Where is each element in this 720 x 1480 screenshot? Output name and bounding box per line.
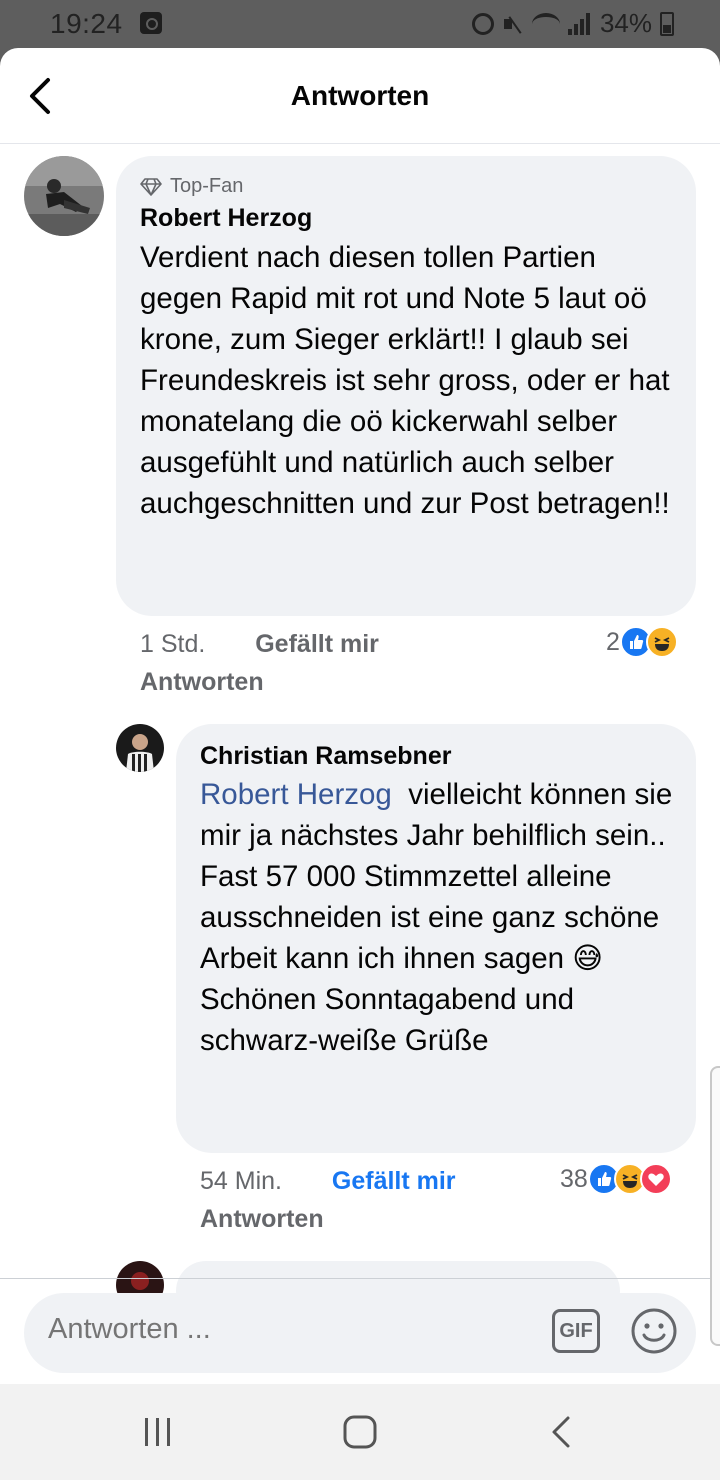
comment-author[interactable]: Christian Ramsebner: [200, 742, 451, 771]
reaction-count: 38: [560, 1164, 588, 1193]
home-icon: [343, 1415, 377, 1449]
like-button[interactable]: Gefällt mir: [332, 1167, 456, 1195]
smiley-icon: [631, 1308, 677, 1354]
page-title: Antworten: [290, 80, 430, 111]
emoji-button[interactable]: [630, 1307, 678, 1355]
comment-meta: 1 Std. Gefällt mir: [140, 630, 379, 659]
like-button[interactable]: Gefällt mir: [255, 630, 379, 658]
top-fan-badge: Top-Fan: [140, 175, 243, 198]
wifi-icon: [531, 12, 560, 35]
reply-composer: GIF: [24, 1293, 696, 1373]
gif-button[interactable]: GIF: [552, 1309, 600, 1353]
mute-icon: [502, 13, 524, 35]
back-icon: [552, 1416, 570, 1448]
battery-icon: [660, 11, 674, 36]
haha-reaction-icon: [645, 626, 678, 658]
avatar[interactable]: [24, 156, 104, 236]
avatar-photo: [116, 724, 164, 772]
love-reaction-icon: [639, 1163, 672, 1195]
header: Antworten: [0, 48, 720, 144]
diamond-icon: [140, 177, 162, 196]
status-icons: 34%: [471, 8, 674, 39]
composer-divider: [0, 1278, 720, 1279]
reaction-summary[interactable]: 2: [606, 626, 678, 658]
home-button[interactable]: [330, 1412, 390, 1452]
avatar[interactable]: [116, 724, 164, 772]
reaction-summary[interactable]: 38: [560, 1163, 672, 1195]
comment-text: Robert Herzog vielleicht können sie mir …: [200, 774, 680, 1061]
comment-body: vielleicht können sie mir ja nächstes Ja…: [200, 778, 673, 1057]
comment-time: 1 Std.: [140, 630, 206, 658]
comment-author[interactable]: Robert Herzog: [140, 204, 312, 233]
reaction-count: 2: [606, 627, 620, 656]
avatar-photo: [24, 156, 104, 236]
comment-text: Verdient nach diesen tollen Partien gege…: [140, 241, 670, 520]
clock-icon: [140, 12, 162, 34]
recent-apps-icon: [145, 1418, 170, 1446]
recent-apps-button[interactable]: [128, 1412, 188, 1452]
comment-time: 54 Min.: [200, 1167, 282, 1195]
reply-input[interactable]: [48, 1313, 528, 1346]
scroll-indicator[interactable]: [710, 1066, 720, 1346]
screen: 19:24 34% Antworten Top-Fan Robert Herzo…: [0, 0, 720, 1480]
navigation-bar: [0, 1384, 720, 1480]
replies-sheet: Antworten Top-Fan Robert Herzog Verdient…: [0, 48, 720, 1384]
alarm-icon: [471, 12, 494, 35]
battery-percent: 34%: [599, 8, 652, 38]
comment-meta: 54 Min. Gefällt mir: [200, 1167, 456, 1196]
system-back-button[interactable]: [534, 1412, 594, 1452]
reply-button[interactable]: Antworten: [140, 668, 264, 697]
top-fan-label: Top-Fan: [170, 175, 244, 197]
signal-icon: [567, 12, 592, 35]
mention-link[interactable]: Robert Herzog: [200, 778, 392, 811]
status-bar: 19:24 34%: [0, 0, 720, 48]
status-time: 19:24: [50, 8, 123, 39]
reply-button[interactable]: Antworten: [200, 1205, 324, 1234]
